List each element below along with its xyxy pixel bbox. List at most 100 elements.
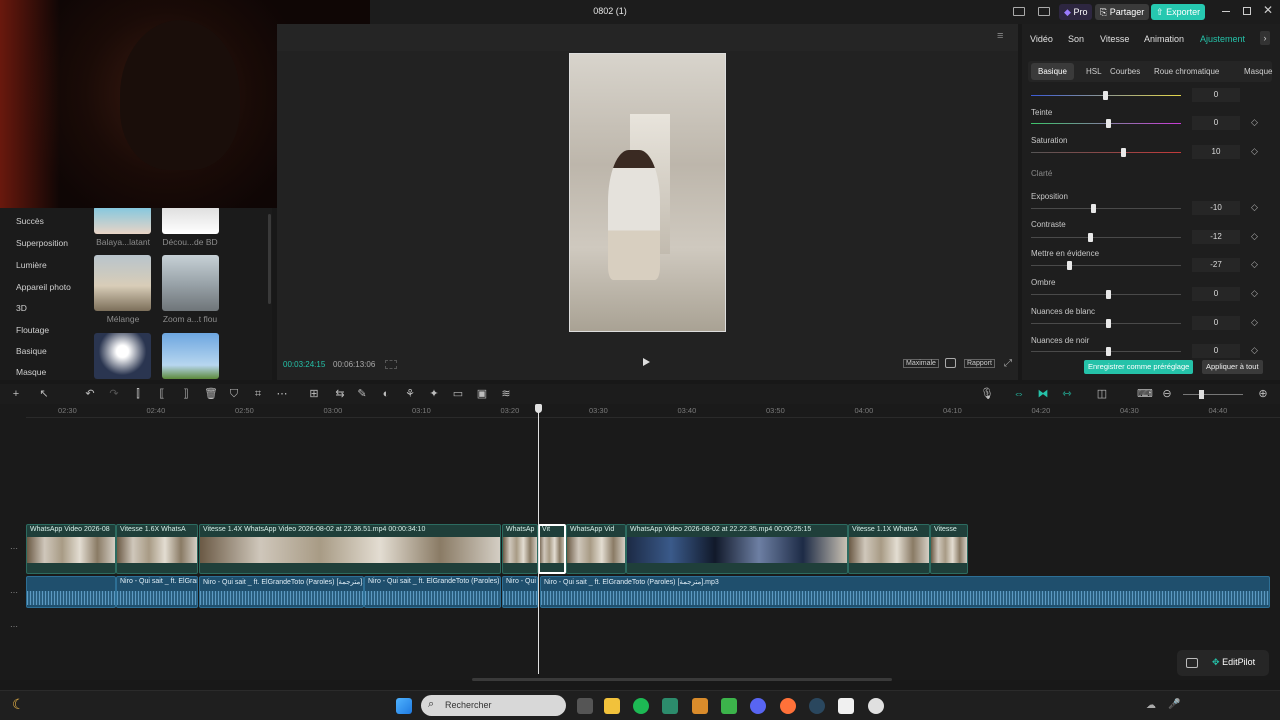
- rapport-button[interactable]: Rapport: [964, 359, 995, 368]
- discord-icon[interactable]: [750, 698, 766, 714]
- audio-clip[interactable]: Niro - Qui sait _ ft. ElGrandeToto (Paro…: [199, 576, 364, 608]
- keyframe-icon[interactable]: ◇: [1251, 317, 1258, 328]
- save-preset-button[interactable]: Enregistrer comme préréglage: [1084, 360, 1194, 374]
- grid-icon[interactable]: [385, 360, 397, 369]
- caption-icon[interactable]: ⌨: [1137, 388, 1153, 400]
- firefox-icon[interactable]: [780, 698, 796, 714]
- layout-icon[interactable]: [1013, 7, 1025, 16]
- zoom-knob[interactable]: [1199, 390, 1204, 399]
- share-button[interactable]: ⎘ Partager: [1095, 4, 1150, 20]
- maximale-button[interactable]: Maximale: [903, 359, 939, 368]
- subtab-roue[interactable]: Roue chromatique: [1147, 63, 1226, 80]
- category-1[interactable]: Superposition: [16, 238, 68, 248]
- frame-icon[interactable]: ▭: [452, 388, 464, 400]
- steam-icon[interactable]: [809, 698, 825, 714]
- screenshot-icon[interactable]: [945, 358, 956, 368]
- slider-knob-1[interactable]: [1121, 148, 1126, 157]
- subtab-basique[interactable]: Basique: [1031, 63, 1074, 80]
- slider-track-6[interactable]: [1031, 319, 1181, 328]
- audio-clip[interactable]: Niro - Qui s: [502, 576, 538, 608]
- fullscreen-icon[interactable]: ⤢: [1004, 358, 1012, 369]
- apply-all-button[interactable]: Appliquer à tout: [1202, 360, 1263, 374]
- effect-thumb-5[interactable]: [94, 333, 151, 379]
- delete-icon[interactable]: 🗑: [204, 388, 218, 400]
- freeze-icon[interactable]: ⊞: [308, 388, 320, 400]
- zoom-out-icon[interactable]: ⊖: [1161, 388, 1173, 400]
- image-icon[interactable]: ▣: [476, 388, 488, 400]
- close-icon[interactable]: ✕: [1263, 3, 1273, 17]
- slider-value-1[interactable]: 10: [1192, 145, 1240, 159]
- editpilot-button[interactable]: ✥ EditPilot: [1212, 657, 1255, 668]
- magic-icon[interactable]: ✦: [428, 388, 440, 400]
- app-icon-2[interactable]: [692, 698, 708, 714]
- search-box[interactable]: ⌕ Rechercher: [421, 695, 566, 716]
- keyframe-icon[interactable]: ◇: [1251, 117, 1258, 128]
- category-7[interactable]: Masque: [16, 367, 46, 377]
- slider-track-0[interactable]: [1031, 119, 1181, 128]
- audio-wave-icon[interactable]: ≋: [500, 388, 512, 400]
- task-view-icon[interactable]: [577, 698, 593, 714]
- subtab-masque[interactable]: Masque: [1237, 63, 1279, 80]
- audio-clip[interactable]: Niro - Qui sait _ ft. ElGrandeToto (Paro…: [540, 576, 1270, 608]
- effect-thumb-4[interactable]: [162, 255, 219, 311]
- effect-thumb-6[interactable]: [162, 333, 219, 379]
- category-0[interactable]: Succès: [16, 216, 44, 226]
- slider-knob-5[interactable]: [1106, 290, 1111, 299]
- track-handle-2[interactable]: ⋯: [10, 588, 18, 597]
- temperature-value[interactable]: 0: [1192, 88, 1240, 102]
- track-handle-3[interactable]: ⋯: [10, 622, 18, 631]
- tab-video[interactable]: Vidéo: [1030, 34, 1053, 44]
- slider-value-0[interactable]: 0: [1192, 116, 1240, 130]
- menu-icon[interactable]: ≡: [997, 30, 1003, 42]
- app-icon-4[interactable]: [868, 698, 884, 714]
- effect-thumb-2[interactable]: [162, 206, 219, 234]
- pro-badge[interactable]: ◆ Pro: [1059, 4, 1093, 20]
- capcut-icon[interactable]: [838, 698, 854, 714]
- mic-tray-icon[interactable]: 🎤: [1168, 699, 1180, 710]
- export-button[interactable]: ⇧ Exporter: [1151, 4, 1206, 20]
- snap-icon[interactable]: ⧓: [1037, 388, 1049, 400]
- tab-son[interactable]: Son: [1068, 34, 1084, 44]
- slider-knob-3[interactable]: [1088, 233, 1093, 242]
- shield-icon[interactable]: ⛉: [228, 388, 240, 400]
- keyframe-icon[interactable]: ◇: [1251, 231, 1258, 242]
- video-clip[interactable]: Vitesse 1.6X WhatsA: [116, 524, 198, 574]
- slider-knob-7[interactable]: [1106, 347, 1111, 356]
- slider-value-4[interactable]: -27: [1192, 258, 1240, 272]
- video-clip[interactable]: Vitesse 1.1X WhatsA: [848, 524, 930, 574]
- keyframe-icon[interactable]: ◇: [1251, 146, 1258, 157]
- category-6[interactable]: Basique: [16, 346, 47, 356]
- link-icon[interactable]: ⇔: [1013, 388, 1025, 400]
- keyframe-icon[interactable]: ◇: [1251, 259, 1258, 270]
- slider-knob-4[interactable]: [1067, 261, 1072, 270]
- playhead-handle[interactable]: [535, 404, 542, 413]
- slider-value-2[interactable]: -10: [1192, 201, 1240, 215]
- panel-scrollbar[interactable]: [268, 214, 271, 304]
- zoom-slider[interactable]: [1183, 390, 1243, 399]
- split-icon[interactable]: ⫿: [132, 388, 144, 400]
- split-view-icon[interactable]: ◫: [1096, 388, 1108, 400]
- slider-track-1[interactable]: [1031, 148, 1181, 157]
- color-icon[interactable]: ⚘: [404, 388, 416, 400]
- minimize-icon[interactable]: [1222, 11, 1230, 12]
- split-left-icon[interactable]: ⟦: [156, 388, 168, 400]
- category-3[interactable]: Appareil photo: [16, 282, 71, 292]
- subtab-courbes[interactable]: Courbes: [1103, 63, 1147, 80]
- slider-track-5[interactable]: [1031, 290, 1181, 299]
- network-icon[interactable]: ☁: [1146, 700, 1156, 711]
- keyframe-icon[interactable]: ◇: [1251, 288, 1258, 299]
- add-icon[interactable]: +: [10, 388, 22, 400]
- slider-value-6[interactable]: 0: [1192, 316, 1240, 330]
- effect-thumb-1[interactable]: [94, 206, 151, 234]
- split-right-icon[interactable]: ⟧: [180, 388, 192, 400]
- video-clip[interactable]: Vitesse: [930, 524, 968, 574]
- mic-icon[interactable]: 🎙: [980, 388, 994, 400]
- slider-track-4[interactable]: [1031, 261, 1181, 270]
- slider-knob-2[interactable]: [1091, 204, 1096, 213]
- horizontal-scrollbar[interactable]: [472, 678, 892, 681]
- slider-value-3[interactable]: -12: [1192, 230, 1240, 244]
- temperature-track[interactable]: [1031, 91, 1181, 100]
- tab-animation[interactable]: Animation: [1144, 34, 1184, 44]
- video-clip[interactable]: WhatsAp: [502, 524, 538, 574]
- audio-clip[interactable]: [26, 576, 116, 608]
